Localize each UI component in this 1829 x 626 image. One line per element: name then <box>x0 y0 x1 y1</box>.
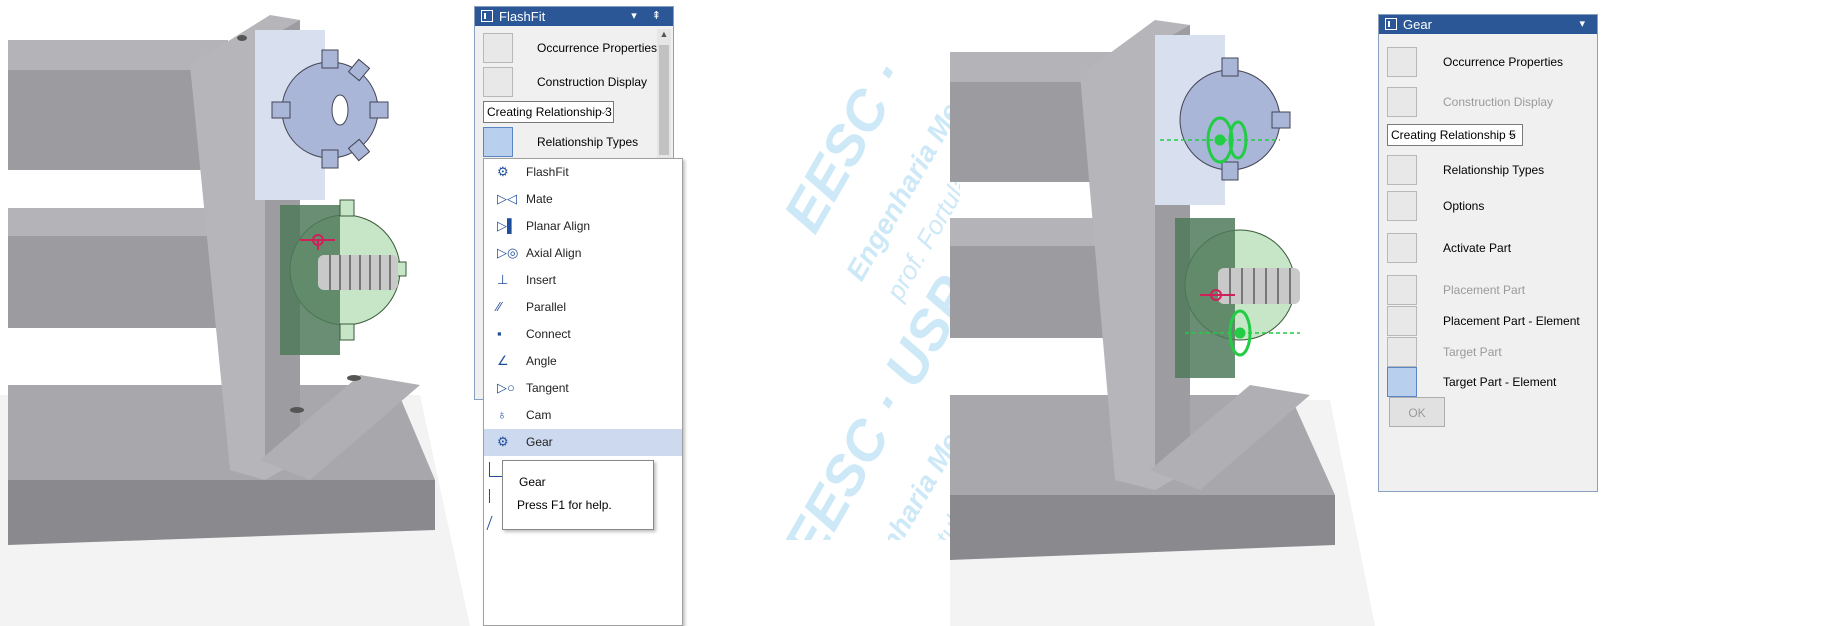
menu-item[interactable]: ∠ Angle <box>484 348 682 375</box>
ok-button[interactable]: OK <box>1389 397 1445 427</box>
menu-item-label: Angle <box>526 354 557 368</box>
cad-viewport-right[interactable] <box>950 0 1375 626</box>
construction-display-command[interactable]: Construction Display <box>475 65 659 99</box>
panel-titlebar[interactable]: Gear ▾ <box>1379 15 1597 34</box>
menu-item-label: Connect <box>526 327 571 341</box>
relationship-select-value: Creating Relationship 5 <box>1391 128 1516 142</box>
panel-menu-button[interactable]: ▾ <box>1579 15 1591 34</box>
window-icon <box>1385 18 1397 30</box>
axial-align-icon: ▷◎ <box>497 245 519 260</box>
connect-icon: ▪ <box>497 326 502 341</box>
menu-item-label: Axial Align <box>526 246 582 260</box>
menu-item[interactable]: ⊥ Insert <box>484 267 682 294</box>
relationship-select-value: Creating Relationship 3 <box>487 105 612 119</box>
occurrence-properties-command[interactable]: Occurrence Properties <box>1379 45 1589 79</box>
menu-item[interactable]: ▷◎ Axial Align <box>484 240 682 267</box>
options-icon <box>1387 191 1417 221</box>
relationship-types-icon <box>483 127 513 157</box>
target-part-element-icon <box>1387 367 1417 397</box>
activate-part-icon <box>1387 233 1417 263</box>
menu-item[interactable]: ∕∕ Parallel <box>484 294 682 321</box>
panel-titlebar[interactable]: FlashFit ▾ ⇞ <box>475 7 673 26</box>
placement-part-element-command[interactable]: Placement Part - Element <box>1379 304 1589 338</box>
menu-item[interactable]: ▪ Connect <box>484 321 682 348</box>
insert-icon: ⊥ <box>497 272 509 287</box>
chevron-down-icon: ⌵ <box>599 106 607 117</box>
cad-viewport-left[interactable] <box>0 0 470 626</box>
relationship-types-icon <box>1387 155 1417 185</box>
relationship-types-menu: ⚙ FlashFit ▷◁ Mate ▷▌ Planar Align ▷◎ Axial Ali… <box>483 158 683 626</box>
target-part-icon <box>1387 337 1417 367</box>
gear-panel: Gear ▾ Occurrence Properties Constructio… <box>1378 14 1598 492</box>
placement-part-command[interactable]: Placement Part <box>1379 273 1589 307</box>
menu-item[interactable]: ⚙ Gear <box>484 429 682 456</box>
construction-display-icon <box>1387 87 1417 117</box>
construction-display-command[interactable]: Construction Display <box>1379 85 1589 119</box>
window-icon <box>481 10 493 22</box>
occurrence-properties-icon <box>1387 47 1417 77</box>
menu-item-label: Parallel <box>526 300 567 314</box>
relationship-types-command[interactable]: Relationship Types <box>475 125 659 159</box>
options-label: Options <box>1443 199 1485 213</box>
parallel-icon: ∕∕ <box>497 299 502 314</box>
occurrence-properties-label: Occurrence Properties <box>1443 55 1564 69</box>
tooltip-help: Press F1 for help. <box>517 498 612 512</box>
placement-part-label: Placement Part <box>1443 283 1526 297</box>
placement-part-element-label: Placement Part - Element <box>1443 314 1580 328</box>
gear-tooltip: Gear Press F1 for help. <box>502 460 654 530</box>
chevron-down-icon: ⌵ <box>1508 129 1516 140</box>
menu-item[interactable]: ▷▌ Planar Align <box>484 213 682 240</box>
relationship-types-label: Relationship Types <box>537 135 639 149</box>
menu-item-label: Tangent <box>526 381 569 395</box>
occurrence-properties-command[interactable]: Occurrence Properties <box>475 31 659 65</box>
relationship-select[interactable]: Creating Relationship 5 ⌵ <box>1387 124 1523 146</box>
watermark: EESC · USP Engenharia Mecânica prof. For… <box>760 60 960 540</box>
blue-gear <box>255 30 389 200</box>
construction-display-icon <box>483 67 513 97</box>
green-gear <box>280 199 407 355</box>
activate-part-command[interactable]: Activate Part <box>1379 231 1589 265</box>
construction-display-label: Construction Display <box>1443 95 1554 109</box>
mate-icon: ▷◁ <box>497 191 517 206</box>
planar-align-icon: ▷▌ <box>497 218 517 233</box>
panel-title-buttons[interactable]: ▾ ⇞ <box>631 7 667 26</box>
options-command[interactable]: Options <box>1379 189 1589 223</box>
gear-icon: ⚙ <box>497 434 509 449</box>
placement-part-element-icon <box>1387 306 1417 336</box>
menu-item-label: Mate <box>526 192 553 206</box>
menu-item-label: Insert <box>526 273 557 287</box>
relationship-types-command[interactable]: Relationship Types <box>1379 153 1589 187</box>
menu-item[interactable]: ♁ Cam <box>484 402 682 429</box>
menu-item[interactable]: ▷○ Tangent <box>484 375 682 402</box>
angle-icon: ∠ <box>497 353 509 368</box>
target-part-element-command[interactable]: Target Part - Element <box>1379 365 1589 399</box>
target-part-element-label: Target Part - Element <box>1443 375 1557 389</box>
occurrence-properties-label: Occurrence Properties <box>537 41 658 55</box>
menu-item-label: Gear <box>526 435 553 449</box>
panel-title: FlashFit <box>499 9 546 24</box>
menu-item-label: FlashFit <box>526 165 569 179</box>
panel-title: Gear <box>1403 17 1432 32</box>
scroll-up-arrow[interactable]: ▲ <box>657 29 671 43</box>
target-part-command[interactable]: Target Part <box>1379 335 1589 369</box>
tooltip-title: Gear <box>519 475 546 489</box>
menu-item-label: Planar Align <box>526 219 591 233</box>
activate-part-label: Activate Part <box>1443 241 1512 255</box>
occurrence-properties-icon <box>483 33 513 63</box>
menu-item[interactable]: ⚙ FlashFit <box>484 159 682 186</box>
placement-part-icon <box>1387 275 1417 305</box>
menu-item[interactable]: ▷◁ Mate <box>484 186 682 213</box>
menu-item-label: Cam <box>526 408 552 422</box>
flashfit-icon: ⚙ <box>497 164 509 179</box>
tangent-icon: ▷○ <box>497 380 515 395</box>
construction-display-label: Construction Display <box>537 75 648 89</box>
scrollbar-thumb[interactable] <box>659 45 669 155</box>
target-part-label: Target Part <box>1443 345 1502 359</box>
relationship-types-label: Relationship Types <box>1443 163 1545 177</box>
cam-icon: ♁ <box>497 407 507 422</box>
relationship-select[interactable]: Creating Relationship 3 ⌵ <box>483 101 614 123</box>
